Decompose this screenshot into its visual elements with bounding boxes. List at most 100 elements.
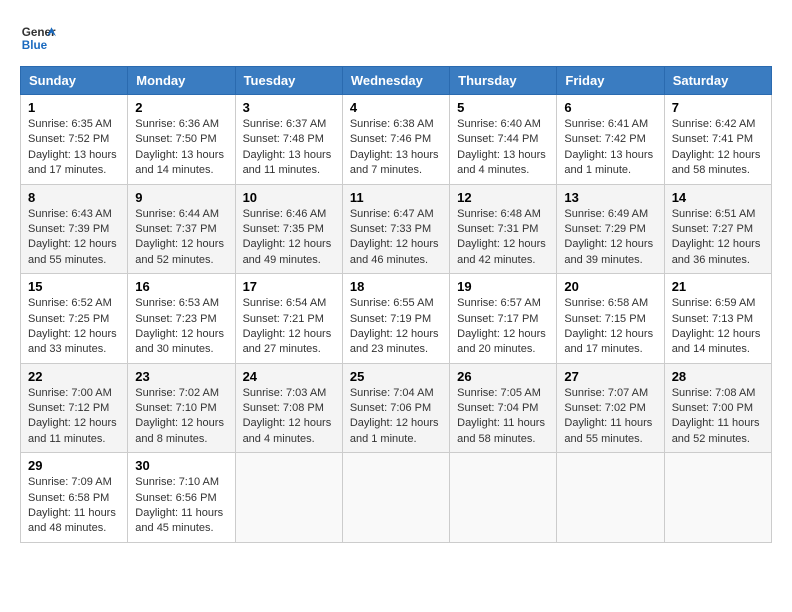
calendar-cell: 7 Sunrise: 6:42 AMSunset: 7:41 PMDaylight… (664, 95, 771, 185)
day-number: 9 (135, 190, 227, 205)
day-info: Sunrise: 6:49 AMSunset: 7:29 PMDaylight:… (564, 207, 656, 269)
calendar-header-row: SundayMondayTuesdayWednesdayThursdayFrid… (21, 67, 772, 95)
calendar-cell: 2Sunrise: 6:36 AMSunset: 7:50 PMDaylight… (128, 95, 235, 185)
day-number: 3 (243, 100, 335, 115)
day-info: Sunrise: 6:48 AMSunset: 7:31 PMDaylight:… (457, 207, 549, 269)
calendar-cell: 29 Sunrise: 7:09 AMSunset: 6:58 PMDayligh… (21, 453, 128, 543)
day-info: Sunrise: 6:41 AMSunset: 7:42 PMDaylight:… (564, 117, 656, 179)
calendar-cell: 23 Sunrise: 7:02 AMSunset: 7:10 PMDayligh… (128, 363, 235, 453)
calendar-week-1: 1 Sunrise: 6:35 AMSunset: 7:52 PMDaylight… (21, 95, 772, 185)
day-header-friday: Friday (557, 67, 664, 95)
day-info: Sunrise: 6:57 AMSunset: 7:17 PMDaylight:… (457, 296, 549, 358)
day-number: 13 (564, 190, 656, 205)
day-number: 27 (564, 369, 656, 384)
day-info: Sunrise: 6:59 AMSunset: 7:13 PMDaylight:… (672, 296, 764, 358)
day-info: Sunrise: 6:43 AMSunset: 7:39 PMDaylight:… (28, 207, 120, 269)
calendar-cell: 17 Sunrise: 6:54 AMSunset: 7:21 PMDayligh… (235, 274, 342, 364)
day-info: Sunrise: 7:10 AMSunset: 6:56 PMDaylight:… (135, 475, 227, 537)
calendar-cell: 16 Sunrise: 6:53 AMSunset: 7:23 PMDayligh… (128, 274, 235, 364)
day-header-sunday: Sunday (21, 67, 128, 95)
day-info: Sunrise: 6:55 AMSunset: 7:19 PMDaylight:… (350, 296, 442, 358)
calendar-cell: 18 Sunrise: 6:55 AMSunset: 7:19 PMDayligh… (342, 274, 449, 364)
day-number: 10 (243, 190, 335, 205)
day-number: 16 (135, 279, 227, 294)
calendar-cell (557, 453, 664, 543)
day-info: Sunrise: 7:00 AMSunset: 7:12 PMDaylight:… (28, 386, 120, 448)
day-info: Sunrise: 7:05 AMSunset: 7:04 PMDaylight:… (457, 386, 549, 448)
day-info: Sunrise: 6:46 AMSunset: 7:35 PMDaylight:… (243, 207, 335, 269)
day-number: 7 (672, 100, 764, 115)
day-number: 19 (457, 279, 549, 294)
day-number: 8 (28, 190, 120, 205)
day-info: Sunrise: 6:35 AMSunset: 7:52 PMDaylight:… (28, 117, 120, 179)
calendar-cell (450, 453, 557, 543)
day-info: Sunrise: 7:02 AMSunset: 7:10 PMDaylight:… (135, 386, 227, 448)
day-info: Sunrise: 6:37 AMSunset: 7:48 PMDaylight:… (243, 117, 335, 179)
calendar-cell: 8 Sunrise: 6:43 AMSunset: 7:39 PMDaylight… (21, 184, 128, 274)
day-header-thursday: Thursday (450, 67, 557, 95)
day-header-tuesday: Tuesday (235, 67, 342, 95)
day-number: 26 (457, 369, 549, 384)
day-number: 30 (135, 458, 227, 473)
day-info: Sunrise: 6:44 AMSunset: 7:37 PMDaylight:… (135, 207, 227, 269)
calendar-cell: 10 Sunrise: 6:46 AMSunset: 7:35 PMDayligh… (235, 184, 342, 274)
logo: General Blue (20, 20, 62, 56)
day-number: 1 (28, 100, 120, 115)
day-header-wednesday: Wednesday (342, 67, 449, 95)
day-info: Sunrise: 6:42 AMSunset: 7:41 PMDaylight:… (672, 117, 764, 179)
calendar-week-3: 15 Sunrise: 6:52 AMSunset: 7:25 PMDayligh… (21, 274, 772, 364)
day-info: Sunrise: 6:38 AMSunset: 7:46 PMDaylight:… (350, 117, 442, 179)
calendar-cell: 22Sunrise: 7:00 AMSunset: 7:12 PMDayligh… (21, 363, 128, 453)
calendar-cell: 26 Sunrise: 7:05 AMSunset: 7:04 PMDayligh… (450, 363, 557, 453)
calendar-cell: 5Sunrise: 6:40 AMSunset: 7:44 PMDaylight… (450, 95, 557, 185)
calendar-cell: 19 Sunrise: 6:57 AMSunset: 7:17 PMDayligh… (450, 274, 557, 364)
calendar-cell (664, 453, 771, 543)
day-info: Sunrise: 7:08 AMSunset: 7:00 PMDaylight:… (672, 386, 764, 448)
calendar-cell: 9 Sunrise: 6:44 AMSunset: 7:37 PMDaylight… (128, 184, 235, 274)
calendar-cell: 21 Sunrise: 6:59 AMSunset: 7:13 PMDayligh… (664, 274, 771, 364)
calendar-cell: 25Sunrise: 7:04 AMSunset: 7:06 PMDayligh… (342, 363, 449, 453)
day-info: Sunrise: 6:47 AMSunset: 7:33 PMDaylight:… (350, 207, 442, 269)
day-number: 4 (350, 100, 442, 115)
calendar-cell (235, 453, 342, 543)
day-number: 12 (457, 190, 549, 205)
day-number: 14 (672, 190, 764, 205)
day-number: 24 (243, 369, 335, 384)
day-info: Sunrise: 6:40 AMSunset: 7:44 PMDaylight:… (457, 117, 549, 179)
day-info: Sunrise: 7:09 AMSunset: 6:58 PMDaylight:… (28, 475, 120, 537)
day-info: Sunrise: 6:58 AMSunset: 7:15 PMDaylight:… (564, 296, 656, 358)
calendar-cell: 1 Sunrise: 6:35 AMSunset: 7:52 PMDaylight… (21, 95, 128, 185)
day-info: Sunrise: 6:52 AMSunset: 7:25 PMDaylight:… (28, 296, 120, 358)
calendar-cell: 4 Sunrise: 6:38 AMSunset: 7:46 PMDaylight… (342, 95, 449, 185)
calendar-cell: 27 Sunrise: 7:07 AMSunset: 7:02 PMDayligh… (557, 363, 664, 453)
day-number: 21 (672, 279, 764, 294)
calendar-cell: 30 Sunrise: 7:10 AMSunset: 6:56 PMDayligh… (128, 453, 235, 543)
calendar-cell: 14 Sunrise: 6:51 AMSunset: 7:27 PMDayligh… (664, 184, 771, 274)
calendar-cell: 28Sunrise: 7:08 AMSunset: 7:00 PMDayligh… (664, 363, 771, 453)
day-number: 25 (350, 369, 442, 384)
svg-text:Blue: Blue (22, 39, 48, 52)
calendar-cell: 20Sunrise: 6:58 AMSunset: 7:15 PMDayligh… (557, 274, 664, 364)
day-info: Sunrise: 6:51 AMSunset: 7:27 PMDaylight:… (672, 207, 764, 269)
calendar-cell: 15 Sunrise: 6:52 AMSunset: 7:25 PMDayligh… (21, 274, 128, 364)
calendar-cell: 24Sunrise: 7:03 AMSunset: 7:08 PMDayligh… (235, 363, 342, 453)
day-info: Sunrise: 6:36 AMSunset: 7:50 PMDaylight:… (135, 117, 227, 179)
day-number: 29 (28, 458, 120, 473)
day-number: 23 (135, 369, 227, 384)
day-info: Sunrise: 7:07 AMSunset: 7:02 PMDaylight:… (564, 386, 656, 448)
calendar-week-2: 8 Sunrise: 6:43 AMSunset: 7:39 PMDaylight… (21, 184, 772, 274)
header: General Blue (20, 20, 772, 56)
day-info: Sunrise: 6:53 AMSunset: 7:23 PMDaylight:… (135, 296, 227, 358)
day-info: Sunrise: 6:54 AMSunset: 7:21 PMDaylight:… (243, 296, 335, 358)
day-header-monday: Monday (128, 67, 235, 95)
logo-icon: General Blue (20, 20, 56, 56)
calendar-week-5: 29 Sunrise: 7:09 AMSunset: 6:58 PMDayligh… (21, 453, 772, 543)
calendar: SundayMondayTuesdayWednesdayThursdayFrid… (20, 66, 772, 543)
calendar-cell: 11Sunrise: 6:47 AMSunset: 7:33 PMDayligh… (342, 184, 449, 274)
calendar-cell (342, 453, 449, 543)
day-number: 17 (243, 279, 335, 294)
calendar-cell: 3 Sunrise: 6:37 AMSunset: 7:48 PMDaylight… (235, 95, 342, 185)
day-number: 18 (350, 279, 442, 294)
day-number: 15 (28, 279, 120, 294)
day-number: 6 (564, 100, 656, 115)
